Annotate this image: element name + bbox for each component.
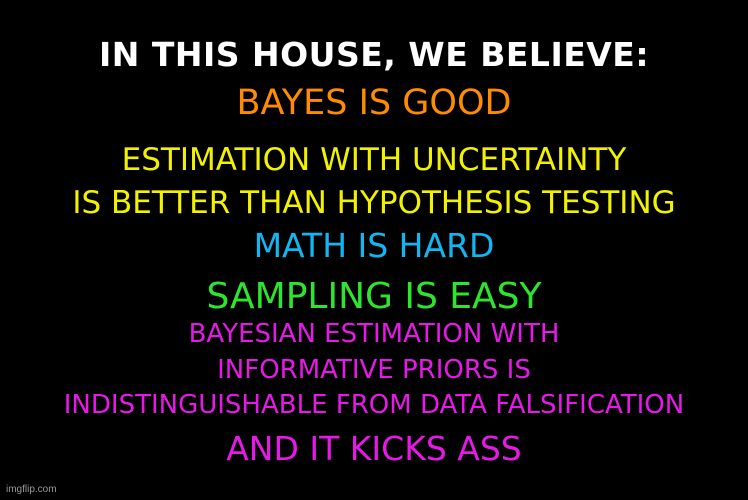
meme-image: IN THIS HOUSE, WE BELIEVE: BAYES IS GOOD… xyxy=(0,0,748,500)
belief-math-is-hard: MATH IS HARD xyxy=(253,226,495,265)
belief-kicks-ass: AND IT KICKS ASS xyxy=(226,429,522,468)
belief-priors-line-2: INFORMATIVE PRIORS IS xyxy=(217,355,531,385)
meme-header: IN THIS HOUSE, WE BELIEVE: xyxy=(98,35,650,74)
belief-sampling-is-easy: SAMPLING IS EASY xyxy=(206,276,542,317)
imgflip-watermark: imgflip.com xyxy=(6,484,57,495)
belief-priors-line-1: BAYESIAN ESTIMATION WITH xyxy=(188,319,560,349)
belief-bayes-is-good: BAYES IS GOOD xyxy=(236,83,512,123)
belief-priors-line-3: INDISTINGUISHABLE FROM DATA FALSIFICATIO… xyxy=(63,390,685,420)
belief-estimation-line-2: IS BETTER THAN HYPOTHESIS TESTING xyxy=(72,185,676,221)
belief-estimation-line-1: ESTIMATION WITH UNCERTAINTY xyxy=(121,142,627,178)
